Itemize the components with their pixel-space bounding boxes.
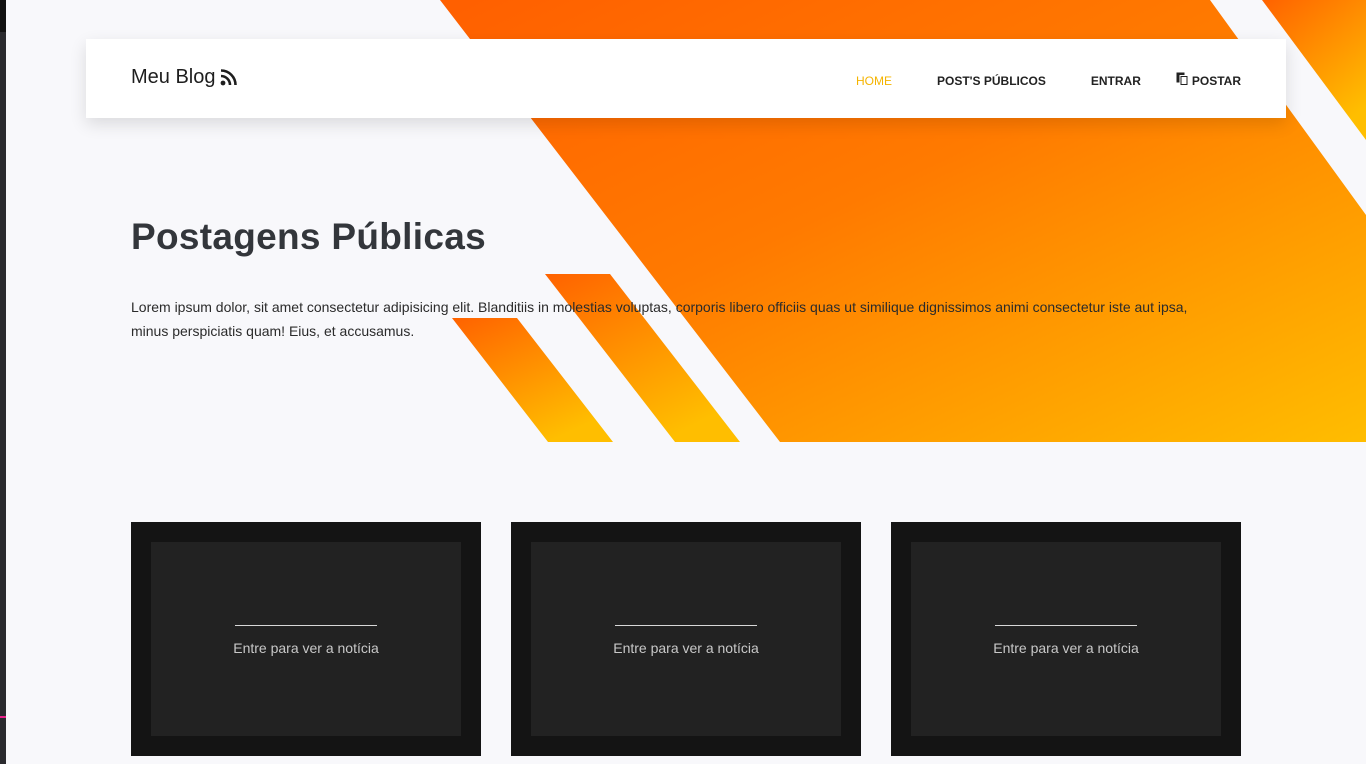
card-label: Entre para ver a notícia [993,640,1139,656]
card-label: Entre para ver a notícia [233,640,379,656]
news-card[interactable]: Entre para ver a notícia [511,522,861,756]
nav-link-home[interactable]: HOME [856,74,892,88]
cards-list: Entre para ver a notícia Entre para ver … [131,522,1241,756]
news-card[interactable]: Entre para ver a notícia [131,522,481,756]
brand-name: Meu Blog [131,66,216,88]
card-label: Entre para ver a notícia [613,640,759,656]
page-title: Postagens Públicas [131,216,486,257]
brand[interactable]: Meu Blog [131,66,237,89]
card-divider [235,625,377,626]
card-inner [531,542,841,736]
news-card[interactable]: Entre para ver a notícia [891,522,1241,756]
navbar: Meu Blog HOME POST'S PÚBLICOS ENTRAR POS… [86,39,1286,118]
left-edge-marker [0,716,6,718]
hero-description: Lorem ipsum dolor, sit amet consectetur … [131,299,1188,339]
rss-icon [220,69,237,86]
nav-links: HOME POST'S PÚBLICOS ENTRAR POSTAR [856,72,1241,89]
nav-link-public-posts[interactable]: POST'S PÚBLICOS [937,74,1046,88]
card-inner [151,542,461,736]
card-divider [615,625,757,626]
nav-link-post[interactable]: POSTAR [1176,72,1241,89]
nav-link-login[interactable]: ENTRAR [1091,74,1141,88]
copy-icon [1176,72,1189,89]
card-inner [911,542,1221,736]
page: Meu Blog HOME POST'S PÚBLICOS ENTRAR POS… [0,0,1366,764]
card-divider [995,625,1137,626]
nav-link-post-label: POSTAR [1191,73,1241,88]
